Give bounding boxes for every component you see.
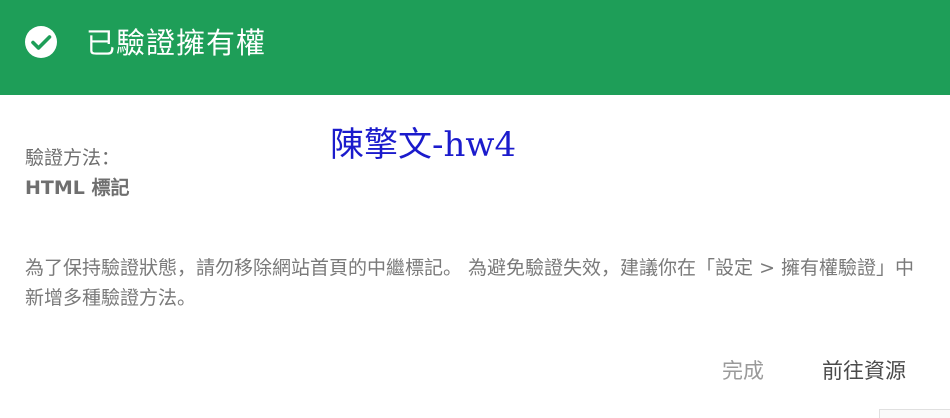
verification-method-label: 驗證方法： [25,147,121,169]
verification-method-value: HTML 標記 [25,177,130,199]
adjacent-panel-edge [879,409,950,418]
verification-dialog: 已驗證擁有權 驗證方法： HTML 標記 陳擎文-hw4 為了保持驗證狀態，請勿… [0,0,950,418]
go-to-property-button[interactable]: 前往資源 [822,356,906,386]
dialog-header: 已驗證擁有權 [0,0,950,95]
dialog-title: 已驗證擁有權 [86,26,267,60]
check-circle-icon [24,25,58,59]
done-button[interactable]: 完成 [722,356,764,386]
author-annotation: 陳擎文-hw4 [330,125,517,165]
verification-notice: 為了保持驗證狀態，請勿移除網站首頁的中繼標記。 為避免驗證失效，建議你在「設定 … [25,257,915,309]
